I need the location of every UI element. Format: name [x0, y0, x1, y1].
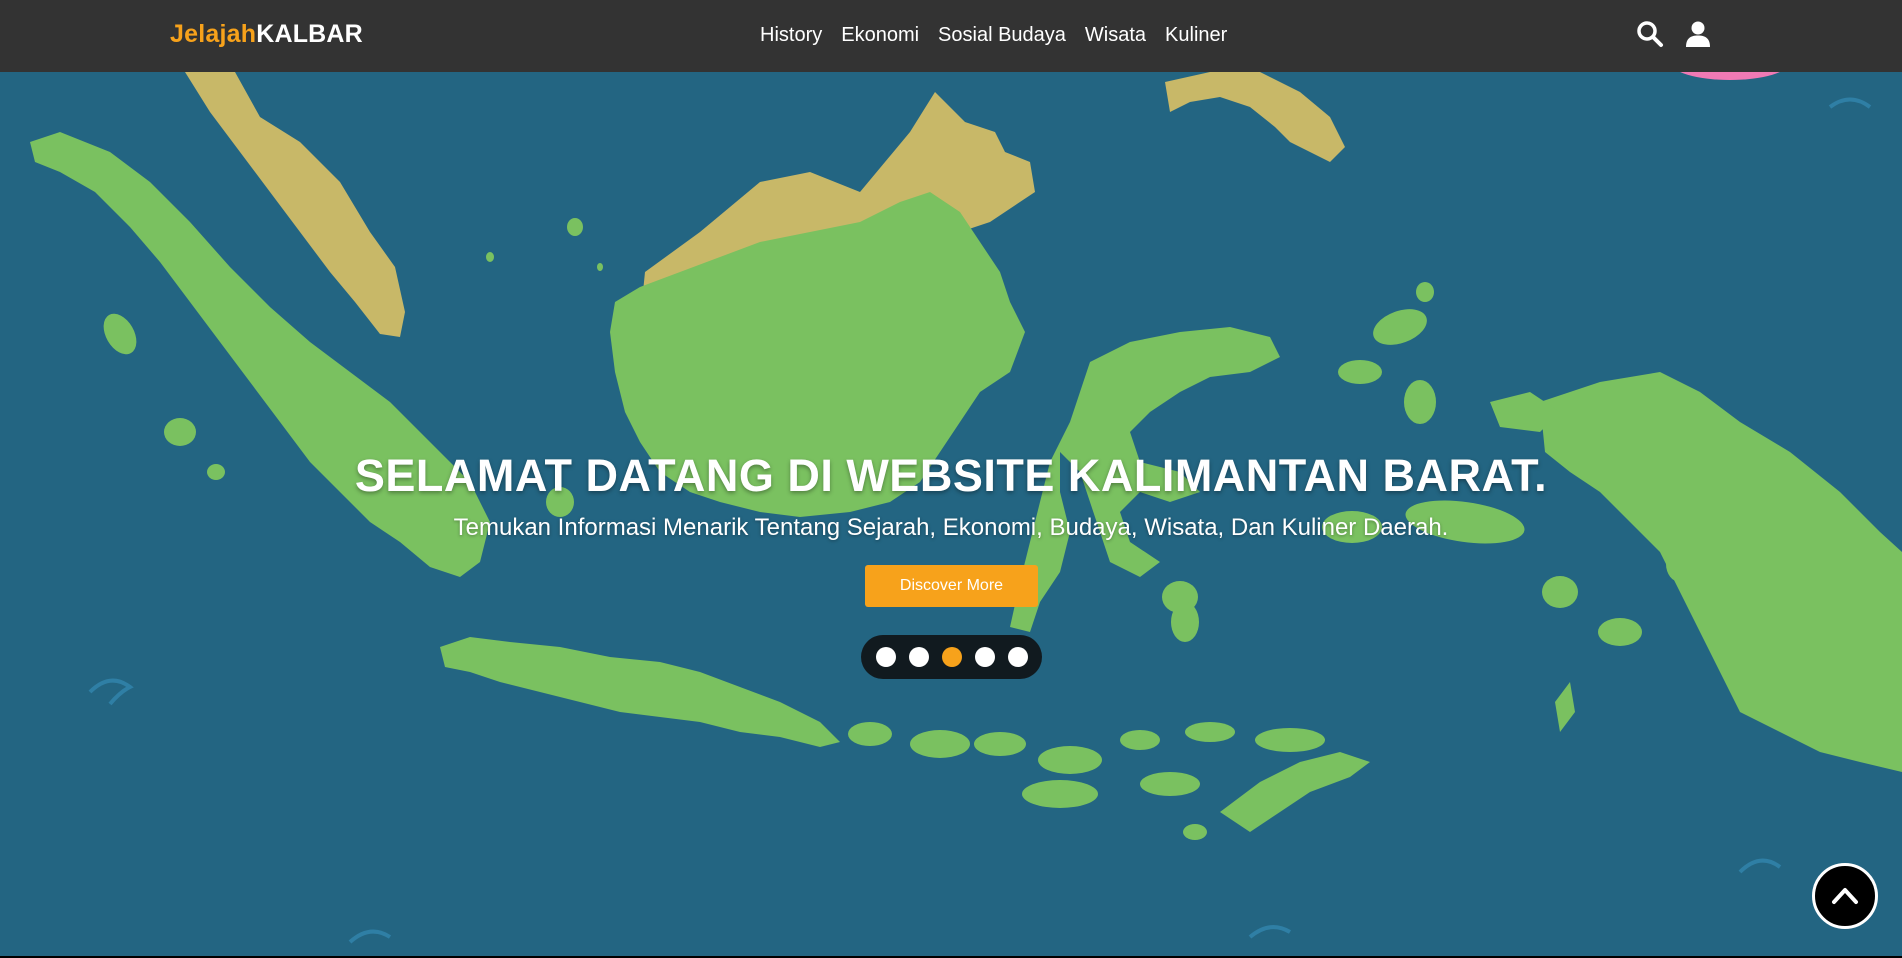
slide-dot-2[interactable] — [908, 647, 929, 667]
nav-item-sosial-budaya[interactable]: Sosial Budaya — [938, 24, 1066, 47]
nav-item-kuliner[interactable]: Kuliner — [1165, 24, 1227, 47]
nav-item-ekonomi[interactable]: Ekonomi — [841, 24, 919, 47]
slide-dot-1[interactable] — [875, 647, 896, 667]
chevron-up-icon — [1832, 888, 1858, 904]
user-icon[interactable] — [1684, 20, 1712, 48]
nav-item-history[interactable]: History — [760, 24, 822, 47]
main-nav: History Ekonomi Sosial Budaya Wisata Kul… — [760, 24, 1246, 47]
nav-icons — [1636, 20, 1712, 48]
brand-part-1: Jelajah — [170, 20, 257, 48]
slider-dots — [861, 635, 1042, 679]
hero-title: SELAMAT DATANG DI WEBSITE KALIMANTAN BAR… — [354, 450, 1548, 501]
scroll-to-top-button[interactable] — [1812, 863, 1878, 929]
brand-part-2: KALBAR — [256, 20, 363, 48]
nav-item-wisata[interactable]: Wisata — [1085, 24, 1146, 47]
hero-subtitle: Temukan Informasi Menarik Tentang Sejara… — [453, 514, 1449, 541]
discover-more-button[interactable]: Discover More — [865, 565, 1038, 607]
brand-logo[interactable]: JelajahKALBAR — [170, 20, 363, 49]
search-icon[interactable] — [1636, 20, 1664, 48]
slide-dot-4[interactable] — [974, 647, 995, 667]
hero-banner: SELAMAT DATANG DI WEBSITE KALIMANTAN BAR… — [0, 72, 1902, 956]
slide-dot-3-active[interactable] — [941, 647, 962, 667]
slide-dot-5[interactable] — [1007, 647, 1028, 667]
navbar: JelajahKALBAR History Ekonomi Sosial Bud… — [0, 0, 1902, 72]
